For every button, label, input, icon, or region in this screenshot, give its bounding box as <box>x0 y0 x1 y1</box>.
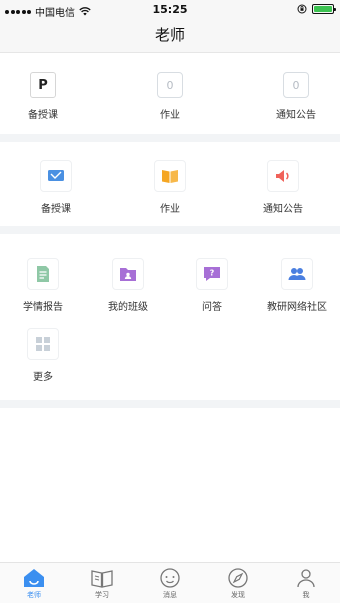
tab-study[interactable]: 学习 <box>68 567 136 600</box>
book-open-icon <box>91 570 113 588</box>
person-icon <box>297 569 315 588</box>
tool-item-label: 教研网络社区 <box>267 302 327 313</box>
quick-item-homework[interactable]: 0 作业 <box>130 72 210 121</box>
function-item-notice[interactable]: 通知公告 <box>243 160 323 215</box>
status-time: 15:25 <box>152 3 188 16</box>
tab-label: 学习 <box>95 591 109 599</box>
main-functions-section: 备授课 作业 通知公告 <box>0 142 340 226</box>
function-item-label: 通知公告 <box>263 204 303 215</box>
quick-item-notice[interactable]: 0 通知公告 <box>256 72 336 121</box>
speaker-icon <box>267 160 299 192</box>
tab-label: 发现 <box>231 591 245 599</box>
nav-bar: 老师 <box>0 20 340 53</box>
tab-bar: 老师 学习 消息 发现 我 <box>0 562 340 603</box>
tool-item-label: 学情报告 <box>23 302 63 313</box>
section-divider <box>0 400 340 408</box>
svg-text:?: ? <box>210 269 215 278</box>
monitor-icon <box>40 160 72 192</box>
quick-item-label: 备授课 <box>28 110 58 121</box>
tool-item-my-class[interactable]: 我的班级 <box>88 258 168 313</box>
quick-item-label: 作业 <box>160 110 180 121</box>
section-divider <box>0 134 340 142</box>
home-icon <box>24 569 44 587</box>
question-icon: ? <box>196 258 228 290</box>
tool-item-label: 问答 <box>202 302 222 313</box>
quick-actions-section: P 备授课 0 作业 0 通知公告 <box>0 54 340 134</box>
book-icon <box>154 160 186 192</box>
tab-label: 我 <box>302 591 310 599</box>
tool-item-research-community[interactable]: 教研网络社区 <box>257 258 337 313</box>
quick-item-prepare-class[interactable]: P 备授课 <box>3 72 83 121</box>
class-folder-icon <box>112 258 144 290</box>
notice-count-icon: 0 <box>283 72 309 98</box>
function-item-prepare-class[interactable]: 备授课 <box>16 160 96 215</box>
community-icon <box>281 258 313 290</box>
section-divider <box>0 226 340 234</box>
tab-teacher[interactable]: 老师 <box>0 567 68 600</box>
tool-item-label: 我的班级 <box>108 302 148 313</box>
function-item-label: 备授课 <box>41 204 71 215</box>
tab-messages[interactable]: 消息 <box>136 567 204 600</box>
compass-icon <box>228 568 248 588</box>
quick-item-label: 通知公告 <box>276 110 316 121</box>
tab-label: 老师 <box>27 591 41 599</box>
tab-discover[interactable]: 发现 <box>204 567 272 600</box>
report-icon <box>27 258 59 290</box>
tool-item-more[interactable]: 更多 <box>3 328 83 383</box>
function-item-label: 作业 <box>160 204 180 215</box>
status-bar: 中国电信 15:25 <box>0 0 340 20</box>
tool-item-label: 更多 <box>33 372 53 383</box>
homework-count-icon: 0 <box>157 72 183 98</box>
tab-me[interactable]: 我 <box>272 567 340 600</box>
status-right <box>297 4 336 14</box>
function-item-homework[interactable]: 作业 <box>130 160 210 215</box>
page-title: 老师 <box>154 26 185 44</box>
more-tools-section: 学情报告 我的班级 ? 问答 教研网络社区 更多 <box>0 234 340 400</box>
tool-item-learning-report[interactable]: 学情报告 <box>3 258 83 313</box>
chat-icon <box>160 568 180 588</box>
p-icon: P <box>30 72 56 98</box>
battery-icon <box>312 4 336 14</box>
tab-label: 消息 <box>163 591 177 599</box>
tool-item-qa[interactable]: ? 问答 <box>172 258 252 313</box>
grid-icon <box>27 328 59 360</box>
orientation-lock-icon <box>297 4 307 14</box>
